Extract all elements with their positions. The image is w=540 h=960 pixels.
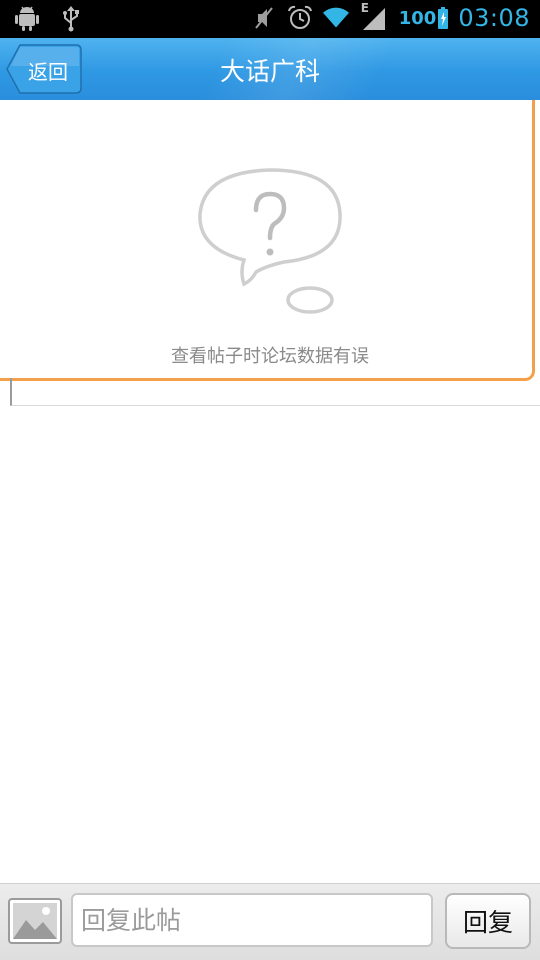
reply-button[interactable]: 回复 bbox=[445, 893, 531, 949]
title-bar: 返回 大话广科 bbox=[0, 38, 540, 100]
image-icon bbox=[8, 898, 62, 944]
android-debug-icon bbox=[14, 6, 40, 32]
wifi-icon bbox=[322, 5, 349, 31]
usb-icon bbox=[58, 6, 84, 32]
question-bubble-icon bbox=[198, 168, 342, 314]
reply-input[interactable] bbox=[71, 893, 433, 947]
status-bar: E 100 03:08 bbox=[0, 0, 540, 38]
content-divider bbox=[10, 378, 540, 406]
battery-level: 100 bbox=[398, 7, 437, 29]
alarm-icon bbox=[287, 5, 313, 31]
error-message: 查看帖子时论坛数据有误 bbox=[171, 346, 369, 367]
battery-indicator: 100 bbox=[399, 7, 449, 29]
page-title: 大话广科 bbox=[219, 57, 320, 86]
insert-image-button[interactable] bbox=[8, 898, 62, 944]
reply-bar: 回复 bbox=[0, 883, 540, 960]
battery-icon bbox=[438, 7, 449, 29]
network-type-label: E bbox=[360, 1, 369, 15]
mute-icon bbox=[251, 5, 277, 31]
signal-icon: E bbox=[359, 1, 389, 31]
error-panel: 查看帖子时论坛数据有误 bbox=[0, 100, 535, 381]
status-time: 03:08 bbox=[458, 4, 530, 32]
